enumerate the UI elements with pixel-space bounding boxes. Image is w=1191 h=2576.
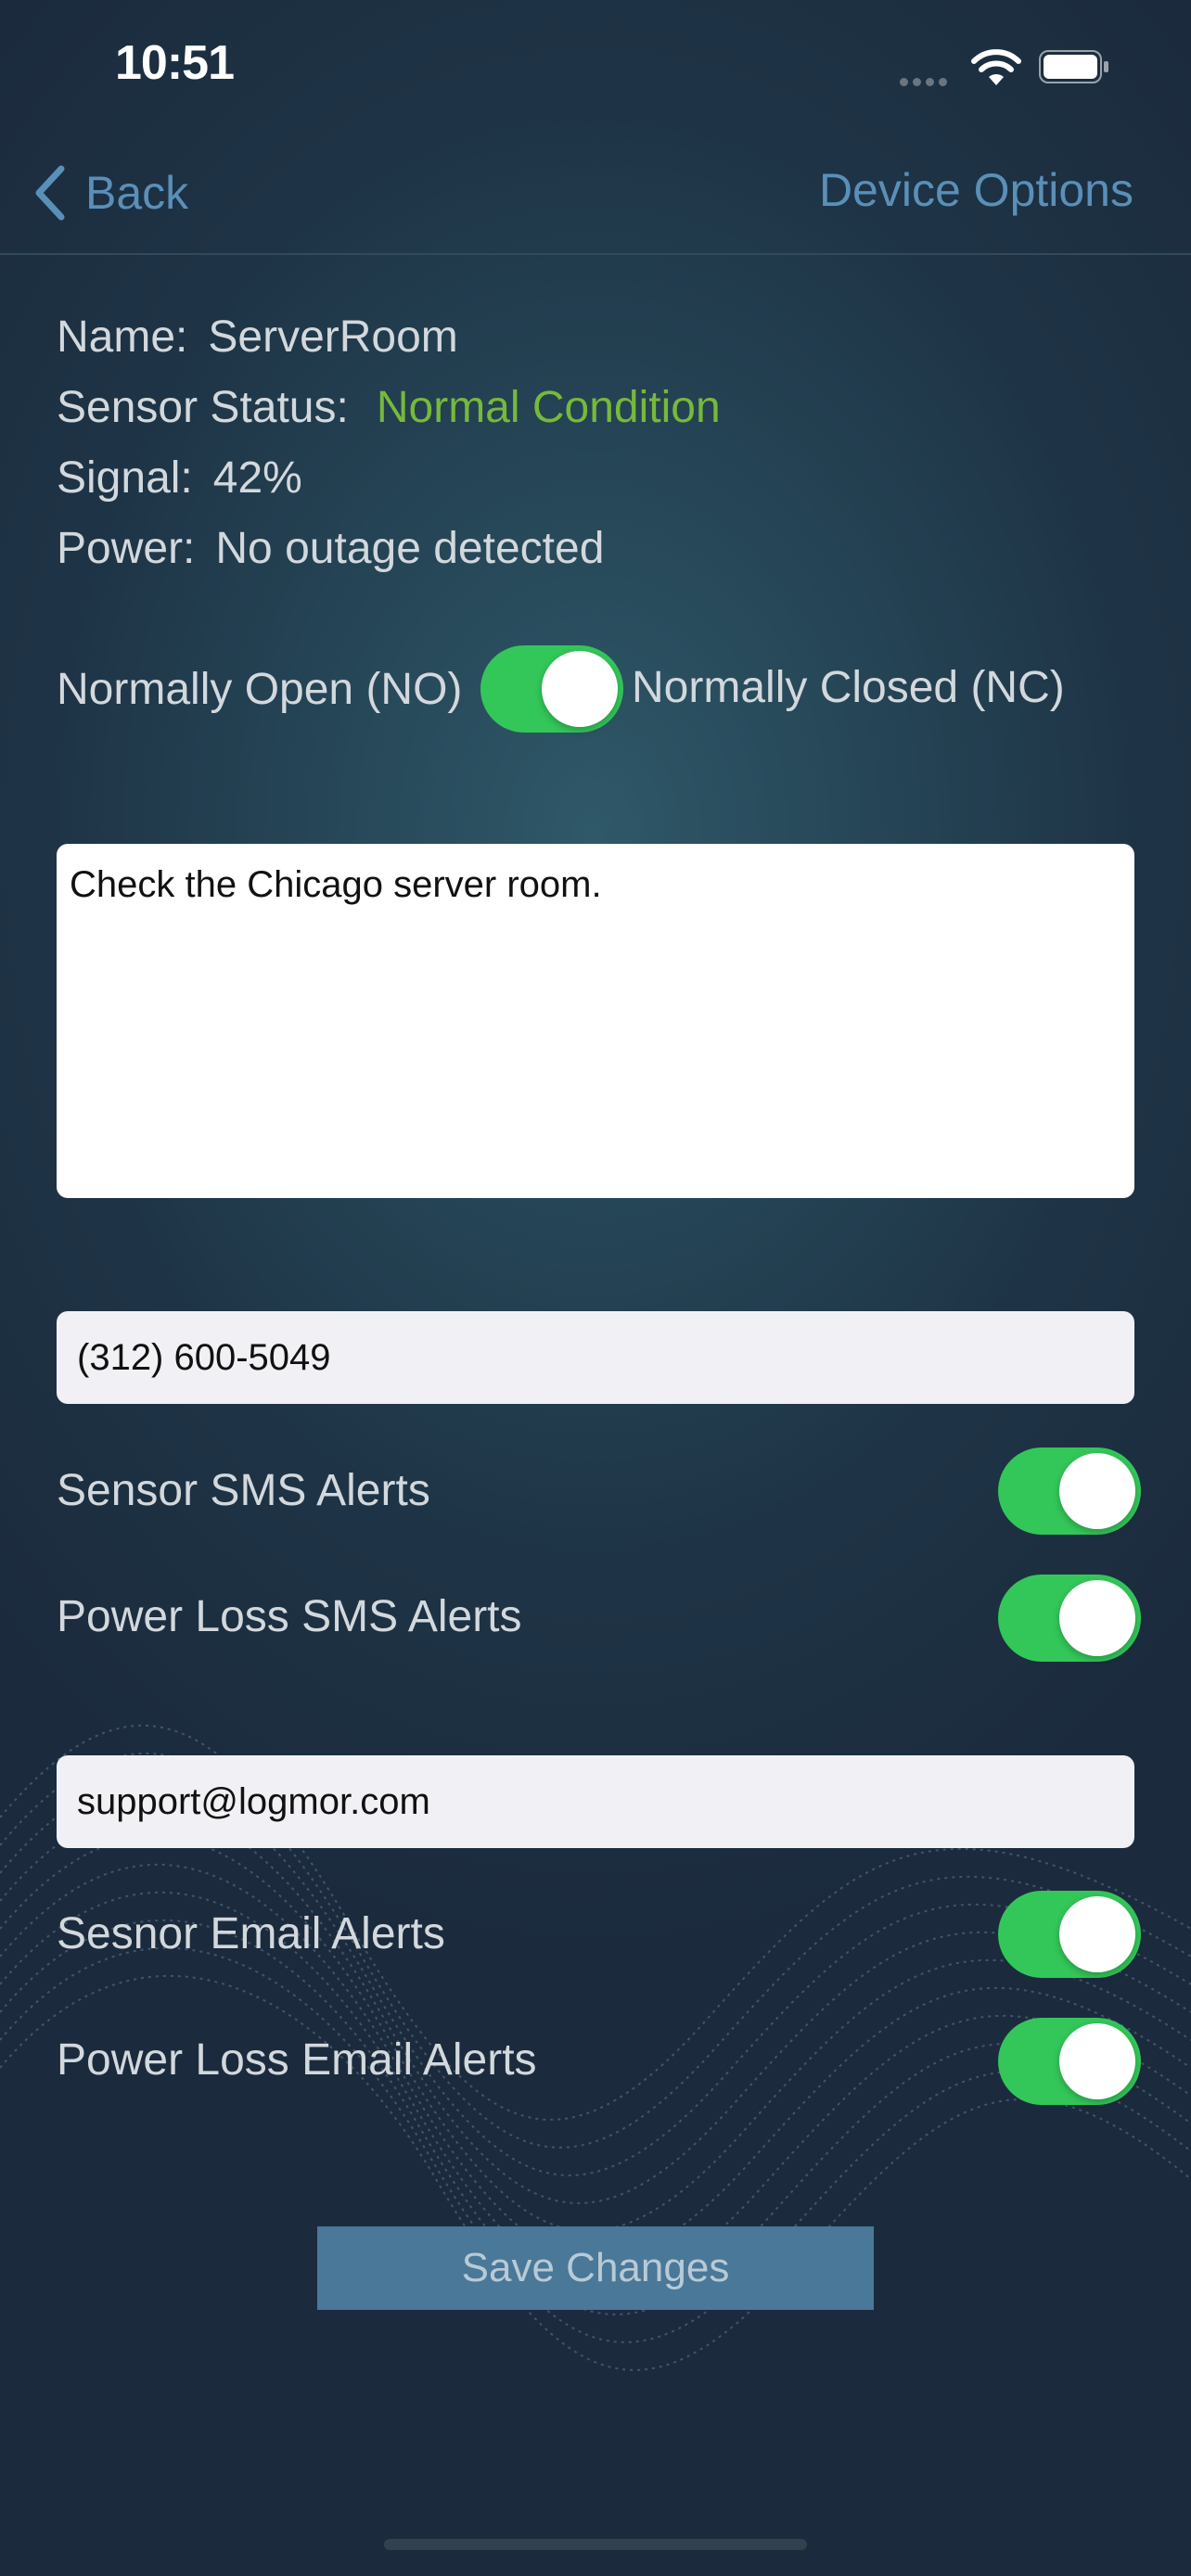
home-indicator [384, 2539, 807, 2550]
battery-icon [1039, 50, 1108, 83]
email-field[interactable]: support@logmor.com [57, 1755, 1134, 1848]
sensor-sms-alerts-label: Sensor SMS Alerts [57, 1466, 430, 1515]
switch-knob [1059, 1580, 1135, 1656]
signal-label: Signal: [57, 453, 193, 503]
cellular-signal-icon [900, 74, 955, 86]
notes-textarea[interactable]: Check the Chicago server room. [57, 844, 1134, 1198]
phone-field[interactable]: (312) 600-5049 [57, 1311, 1134, 1404]
status-time: 10:51 [115, 36, 235, 90]
device-options-button[interactable]: Device Options [819, 163, 1133, 217]
switch-knob [1059, 1453, 1135, 1529]
sensor-status-row: Sensor Status: Normal Condition [57, 382, 721, 433]
signal-value: 42% [212, 453, 302, 503]
switch-knob [1059, 2023, 1135, 2099]
name-label: Name: [57, 312, 188, 362]
name-value: ServerRoom [208, 312, 458, 362]
power-sms-alerts-switch[interactable] [998, 1575, 1141, 1662]
sensor-sms-alerts-switch[interactable] [998, 1447, 1141, 1535]
normally-closed-label: Normally Closed (NC) [632, 663, 1065, 712]
wifi-icon [971, 49, 1021, 85]
switch-knob [542, 651, 618, 727]
power-sms-alerts-label: Power Loss SMS Alerts [57, 1592, 522, 1641]
normally-open-label: Normally Open (NO) [57, 665, 463, 714]
signal-row: Signal: 42% [57, 453, 302, 504]
chevron-left-icon [35, 165, 65, 221]
status-label: Sensor Status: [57, 383, 349, 432]
sensor-email-alerts-switch[interactable] [998, 1891, 1141, 1978]
power-label: Power: [57, 524, 196, 573]
status-value: Normal Condition [376, 383, 721, 432]
device-name-row: Name: ServerRoom [57, 312, 458, 363]
power-value: No outage detected [215, 524, 605, 573]
power-email-alerts-switch[interactable] [998, 2018, 1141, 2105]
power-email-alerts-label: Power Loss Email Alerts [57, 2035, 537, 2085]
nav-divider [0, 253, 1191, 255]
sensor-email-alerts-label: Sesnor Email Alerts [57, 1909, 445, 1958]
power-row: Power: No outage detected [57, 523, 604, 574]
contact-mode-switch[interactable] [480, 645, 623, 733]
switch-knob [1059, 1896, 1135, 1972]
save-changes-button[interactable]: Save Changes [317, 2226, 874, 2310]
back-label: Back [85, 167, 189, 219]
back-button[interactable]: Back [33, 159, 188, 226]
